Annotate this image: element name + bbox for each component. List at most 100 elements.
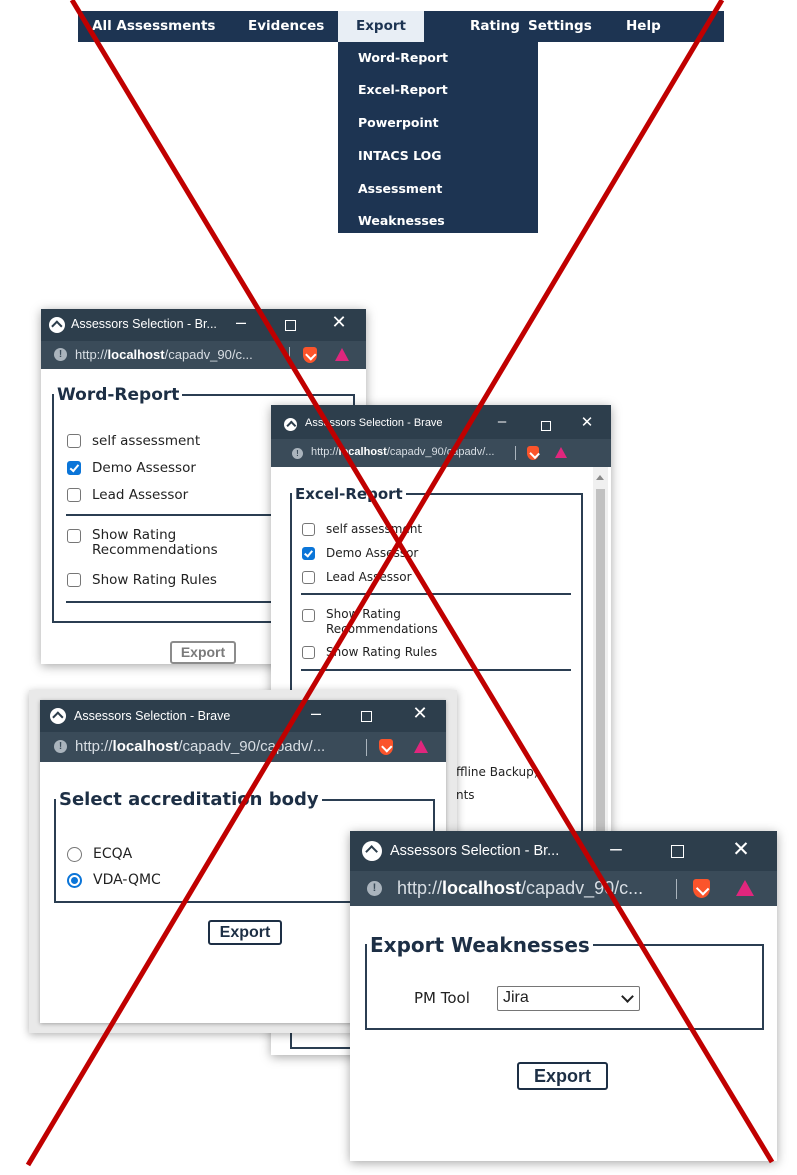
brave-app-icon (284, 418, 297, 431)
brave-app-icon (362, 841, 382, 861)
brave-triangle-icon[interactable] (335, 348, 349, 361)
brave-lion-icon[interactable] (379, 739, 393, 755)
url-separator (289, 347, 290, 363)
menu-help[interactable]: Help (626, 11, 661, 42)
pm-tool-selected-value: Jira (503, 989, 529, 1006)
titlebar: Assessors Selection - Br... – ✕ (41, 309, 366, 341)
titlebar: Assessors Selection - Br... – ✕ (350, 831, 777, 871)
dropdown-powerpoint[interactable]: Powerpoint (358, 115, 439, 130)
show-rating-rules-label: Show Rating Rules (92, 572, 217, 588)
window-title: Assessors Selection - Brave (305, 417, 443, 429)
ecqa-label: ECQA (93, 846, 133, 862)
show-rating-recommendations-label: Show Rating Recommendations (326, 607, 438, 636)
show-rating-rules-checkbox[interactable] (302, 646, 315, 659)
address-bar: ! http://localhost/capadv_90/c... (350, 871, 777, 906)
menu-evidences[interactable]: Evidences (248, 11, 324, 42)
export-menu-bar: All Assessments Evidences Export Rating … (78, 11, 724, 42)
url-text[interactable]: http://localhost/capadv_90/capadv/... (311, 446, 494, 458)
info-icon[interactable]: ! (54, 740, 67, 753)
url-text[interactable]: http://localhost/capadv_90/capadv/... (75, 738, 325, 755)
weaknesses-fieldset: Export Weaknesses (365, 933, 764, 1030)
close-icon[interactable]: ✕ (329, 312, 349, 333)
fieldset-legend: Export Weaknesses (370, 933, 590, 957)
dropdown-intacs-log[interactable]: INTACS LOG (358, 148, 442, 163)
maximize-icon[interactable] (285, 320, 296, 331)
export-button[interactable]: Export (208, 920, 282, 945)
dropdown-assessment[interactable]: Assessment (358, 181, 442, 196)
titlebar: Assessors Selection - Brave – ✕ (40, 700, 446, 732)
separator (301, 593, 571, 595)
close-icon[interactable]: ✕ (730, 837, 752, 862)
address-bar: ! http://localhost/capadv_90/capadv/... (40, 732, 446, 762)
brave-lion-icon[interactable] (693, 879, 710, 898)
address-bar: ! http://localhost/capadv_90/capadv/... (271, 439, 611, 467)
menu-rating[interactable]: Rating (470, 11, 520, 42)
show-rating-recommendations-checkbox[interactable] (302, 609, 315, 622)
menu-export[interactable]: Export (338, 11, 424, 42)
url-separator (366, 739, 367, 756)
vda-qmc-label: VDA-QMC (93, 872, 161, 888)
info-icon[interactable]: ! (54, 348, 67, 361)
url-text[interactable]: http://localhost/capadv_90/c... (397, 878, 643, 899)
brave-triangle-icon[interactable] (555, 447, 567, 458)
lead-assessor-checkbox[interactable] (302, 571, 315, 584)
pm-tool-label: PM Tool (414, 989, 470, 1007)
brave-lion-icon[interactable] (303, 347, 317, 363)
self-assessment-checkbox[interactable] (67, 434, 81, 448)
brave-triangle-icon[interactable] (414, 740, 428, 753)
window-title: Assessors Selection - Br... (71, 317, 217, 331)
url-separator (515, 446, 516, 460)
menu-settings[interactable]: Settings (528, 11, 592, 42)
show-rating-recommendations-checkbox[interactable] (67, 529, 81, 543)
window-title: Assessors Selection - Brave (74, 709, 231, 723)
demo-assessor-checkbox[interactable] (302, 547, 315, 560)
scroll-up-icon[interactable] (596, 475, 604, 480)
demo-assessor-checkbox[interactable] (67, 461, 81, 475)
show-rating-rules-label: Show Rating Rules (326, 645, 438, 659)
show-rating-recommendations-label: Show Rating Recommendations (92, 527, 218, 558)
url-text[interactable]: http://localhost/capadv_90/c... (75, 347, 253, 362)
dropdown-excel-report[interactable]: Excel-Report (358, 82, 448, 97)
lead-assessor-label: Lead Assessor (92, 487, 189, 503)
demo-assessor-label: Demo Assessor (92, 460, 196, 476)
info-icon[interactable]: ! (292, 448, 303, 459)
minimize-icon[interactable]: – (231, 312, 251, 333)
brave-lion-icon[interactable] (527, 446, 539, 460)
minimize-icon[interactable]: – (306, 703, 326, 724)
address-bar: ! http://localhost/capadv_90/c... (41, 341, 366, 369)
fieldset-legend: Word-Report (57, 385, 180, 405)
lead-assessor-checkbox[interactable] (67, 488, 81, 502)
self-assessment-label: self assessment (326, 522, 423, 536)
show-rating-rules-checkbox[interactable] (67, 573, 81, 587)
maximize-icon[interactable] (541, 421, 551, 431)
pm-tool-select[interactable]: Jira (497, 986, 640, 1011)
self-assessment-label: self assessment (92, 433, 201, 449)
maximize-icon[interactable] (361, 711, 372, 722)
weaknesses-window: Assessors Selection - Br... – ✕ ! http:/… (350, 831, 777, 1161)
close-icon[interactable]: ✕ (410, 703, 430, 724)
menu-all-assessments[interactable]: All Assessments (92, 11, 215, 42)
url-separator (676, 879, 677, 899)
titlebar: Assessors Selection - Brave – ✕ (271, 405, 611, 439)
brave-app-icon (50, 708, 66, 724)
brave-triangle-icon[interactable] (736, 880, 754, 896)
demo-assessor-label: Demo Assessor (326, 546, 419, 560)
window-title: Assessors Selection - Br... (390, 843, 560, 859)
vda-qmc-radio[interactable] (67, 873, 82, 888)
separator (301, 669, 571, 671)
export-dropdown: Word-Report Excel-Report Powerpoint INTA… (338, 42, 538, 233)
info-icon[interactable]: ! (367, 881, 382, 896)
dropdown-weaknesses[interactable]: Weaknesses (358, 213, 445, 228)
label-partial: nts (456, 788, 475, 802)
lead-assessor-label: Lead Assessor (326, 570, 412, 584)
export-button[interactable]: Export (517, 1062, 608, 1090)
dropdown-word-report[interactable]: Word-Report (358, 50, 448, 65)
ecqa-radio[interactable] (67, 847, 82, 862)
close-icon[interactable]: ✕ (579, 413, 595, 431)
minimize-icon[interactable]: – (494, 413, 510, 430)
minimize-icon[interactable]: – (605, 837, 627, 861)
maximize-icon[interactable] (671, 845, 684, 858)
chevron-down-icon (621, 990, 634, 1003)
self-assessment-checkbox[interactable] (302, 523, 315, 536)
export-button[interactable]: Export (170, 641, 236, 664)
